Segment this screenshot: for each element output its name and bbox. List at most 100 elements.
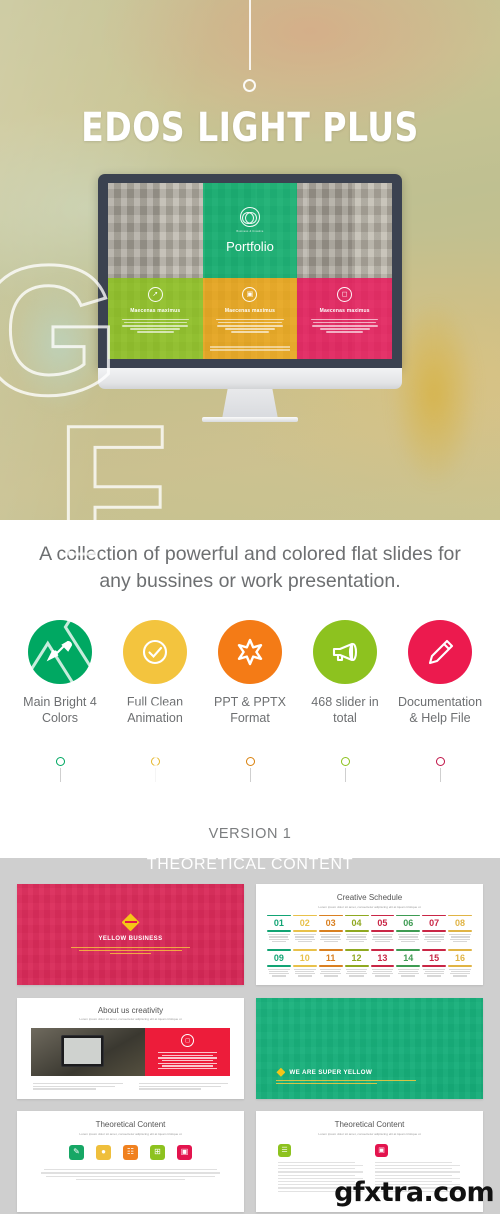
slide-panel-1-heading: Maecenas maximus	[130, 308, 181, 315]
briefcase-icon: ▣	[242, 287, 258, 303]
schedule-text	[422, 934, 446, 942]
feature-label: 468 slider in total	[311, 695, 379, 725]
feature-item-colors: Main Bright 4 Colors	[14, 620, 106, 726]
schedule-number: 06	[403, 918, 414, 929]
slide-title: WE ARE SUPER YELLOW	[289, 1068, 373, 1076]
tablet-photo	[31, 1028, 146, 1077]
marker-stem	[439, 768, 441, 782]
schedule-text	[448, 934, 472, 942]
schedule-text	[345, 934, 369, 942]
slide-thumbnail[interactable]: Theoretical Content Lorem ipsum dolor si…	[17, 1111, 244, 1213]
slide-subtitle-lines	[276, 1079, 417, 1084]
monitor-bezel: Business & Creative Portfolio ➚ Maecenas…	[98, 174, 402, 368]
compass-icon: ➚	[147, 287, 163, 303]
schedule-column: 10	[292, 949, 317, 978]
feature-label: PPT & PPTX Format	[213, 695, 286, 725]
schedule-bar-bottom	[422, 964, 447, 967]
schedule-bar-bottom	[370, 964, 395, 967]
feature-marker-row	[0, 757, 500, 782]
feature-marker	[394, 757, 486, 782]
camera-icon: ◻	[181, 1033, 195, 1047]
about-body: ◻	[17, 1028, 244, 1077]
schedule-bar-bottom	[448, 964, 472, 967]
slide-panel-portfolio: Business & Creative Portfolio	[202, 183, 298, 279]
check-circle-icon	[123, 620, 187, 684]
marker-dot-icon	[245, 757, 255, 766]
hero-section: EDOS LIGHT PLUS Business & Creative Port…	[0, 0, 500, 520]
schedule-bar-bottom	[292, 964, 317, 967]
monitor-stand-base	[202, 417, 298, 422]
feature-marker	[109, 757, 201, 782]
schedule-bar-bottom	[292, 930, 317, 933]
schedule-column: 03	[318, 914, 343, 944]
title-drop-circle-icon	[243, 79, 256, 92]
schedule-column: 04	[344, 914, 369, 944]
slide-title: Theoretical Content	[334, 1120, 405, 1130]
page-title: EDOS LIGHT PLUS	[81, 105, 419, 151]
feature-item-documentation: Documentation & Help File	[394, 620, 486, 726]
schedule-number: 11	[325, 952, 336, 963]
schedule-number: 01	[273, 918, 284, 929]
schedule-column: 12	[344, 949, 369, 978]
slide-thumbnail[interactable]: WE ARE SUPER YELLOW	[256, 997, 483, 1099]
schedule-bar-bottom	[344, 930, 369, 933]
marker-stem	[154, 768, 156, 782]
schedule-bar-bottom	[396, 964, 421, 967]
slide-panel-3-text	[309, 317, 381, 335]
slide-paragraph	[28, 1168, 233, 1181]
slide-content: About us creativity Lorem ipsum dolor si…	[17, 997, 244, 1099]
schedule-bar-bottom	[396, 930, 421, 933]
gfxtra-site-watermark: gfxtra.com	[334, 1177, 494, 1208]
marker-dot-icon	[150, 757, 160, 766]
pencil-icon	[408, 620, 472, 684]
schedule-number: 13	[377, 952, 388, 963]
feature-item-format: PPT & PPTX Format	[204, 620, 296, 726]
schedule-column: 01	[267, 914, 291, 944]
schedule-text	[267, 934, 291, 942]
schedule-text	[345, 968, 369, 977]
schedule-number: 12	[351, 952, 362, 963]
schedule-bar-top	[396, 914, 421, 917]
schedule-text	[422, 968, 446, 977]
camera-icon: ◻	[337, 287, 353, 303]
schedule-bar-top	[448, 914, 472, 917]
about-footer-col	[138, 1081, 228, 1091]
slide-thumbnail[interactable]: YELLOW BUSINESS	[17, 884, 244, 985]
schedule-column: 15	[422, 949, 447, 978]
monitor-chin	[98, 368, 402, 389]
feature-list: Main Bright 4 Colors Full Clean Animatio…	[0, 620, 500, 726]
schedule-text	[371, 968, 395, 977]
feature-label: Documentation & Help File	[397, 695, 483, 725]
schedule-bar-bottom	[267, 964, 291, 967]
schedule-number: 07	[429, 918, 440, 929]
schedule-bar-bottom	[370, 930, 395, 933]
schedule-column: 02	[292, 914, 317, 944]
slide-panel-grid: Business & Creative Portfolio ➚ Maecenas…	[108, 183, 392, 359]
megaphone-icon	[313, 620, 377, 684]
version-label: VERSION 1	[208, 826, 292, 842]
feature-marker	[204, 757, 296, 782]
schedule-column: 05	[370, 914, 395, 944]
pencil-square-icon: ✎	[69, 1144, 84, 1160]
schedule-bar-bottom	[267, 930, 291, 933]
schedule-row-1: 01 02 03 04 05 06 07 08	[267, 914, 472, 944]
slide-title: About us creativity	[97, 1005, 164, 1015]
schedule-number: 16	[455, 952, 466, 963]
feature-label: Main Bright 4 Colors	[23, 695, 97, 725]
schedule-text	[371, 934, 395, 942]
schedule-bar-top	[370, 949, 395, 951]
schedule-bar-top	[370, 914, 395, 917]
schedule-bar-top	[318, 914, 343, 917]
schedule-bar-top	[448, 949, 472, 951]
paintbrush-icon	[28, 620, 92, 684]
schedule-bar-bottom	[344, 964, 369, 967]
schedule-text	[267, 968, 291, 977]
tagline: A collection of powerful and colored fla…	[39, 543, 461, 592]
schedule-bar-bottom	[318, 964, 343, 967]
slide-thumbnail[interactable]: Creative Schedule Lorem ipsum dolor sit …	[256, 884, 483, 985]
slide-panel-3-heading: Maecenas maximus	[319, 308, 370, 315]
chart-icon: ☷	[123, 1144, 138, 1160]
slide-content: Creative Schedule Lorem ipsum dolor sit …	[256, 884, 483, 985]
slide-thumbnail[interactable]: About us creativity Lorem ipsum dolor si…	[17, 997, 244, 1099]
slide-subtitle: Lorem ipsum dolor sit amet, consectetur …	[79, 1131, 182, 1136]
